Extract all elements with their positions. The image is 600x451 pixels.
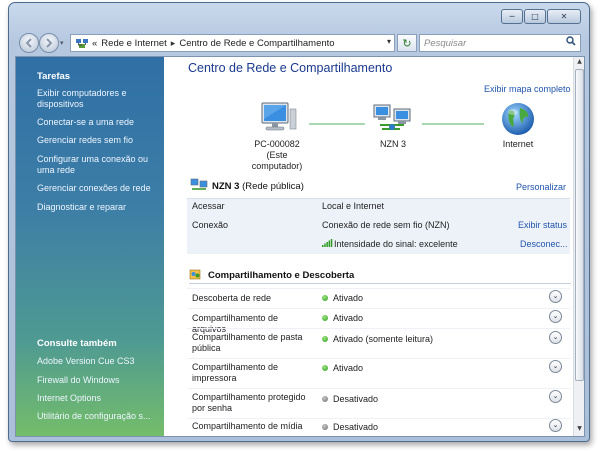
network-icon[interactable] <box>370 103 416 135</box>
map-link-line-1 <box>309 123 365 125</box>
back-arrow-icon <box>25 38 32 48</box>
window-frame: ─ □ ✕ ▾ « Rede e Internet ▸ Centro de Re… <box>8 2 590 442</box>
see-also-firewall[interactable]: Firewall do Windows <box>37 375 155 386</box>
minimize-button[interactable]: ─ <box>501 9 523 24</box>
task-conectar-rede[interactable]: Conectar-se a uma rede <box>37 117 155 128</box>
see-also-heading: Consulte também <box>37 338 117 349</box>
network-small-icon <box>190 178 208 190</box>
view-full-map-link[interactable]: Exibir mapa completo <box>484 84 571 94</box>
signal-strength-value: Intensidade do sinal: excelente <box>334 239 458 249</box>
sharing-divider <box>189 283 571 284</box>
search-input[interactable]: Pesquisar <box>419 34 581 52</box>
search-icon[interactable] <box>566 36 576 49</box>
task-diagnosticar[interactable]: Diagnosticar e reparar <box>37 202 155 213</box>
connection-value: Conexão de rede sem fio (NZN) <box>322 220 450 230</box>
password-sharing-status: Desativado <box>322 394 378 404</box>
status-text: Ativado (somente leitura) <box>333 334 434 344</box>
access-value: Local e Internet <box>322 201 385 211</box>
status-on-icon <box>322 295 328 301</box>
expand-printer-sharing-button[interactable]: ⌄ <box>549 360 562 373</box>
sharing-icon <box>189 269 201 280</box>
status-text: Desativado <box>333 394 379 404</box>
connection-label: Conexão <box>192 220 229 230</box>
breadcrumb-rede-e-internet[interactable]: Rede e Internet <box>101 38 167 49</box>
forward-button[interactable] <box>39 33 59 53</box>
task-configurar-conexao[interactable]: Configurar uma conexão ou uma rede <box>37 154 155 176</box>
customize-link[interactable]: Personalizar <box>516 182 566 192</box>
close-button[interactable]: ✕ <box>547 9 581 24</box>
see-also-utilitario[interactable]: Utilitário de configuração s... <box>37 411 155 422</box>
breadcrumb-current[interactable]: Centro de Rede e Compartilhamento <box>179 38 334 49</box>
signal-strength-icon <box>322 239 333 247</box>
tasks-heading: Tarefas <box>37 71 71 82</box>
expand-network-discovery-button[interactable]: ⌄ <box>549 290 562 303</box>
printer-sharing-label: Compartilhamento de impressora <box>192 362 279 383</box>
view-status-link[interactable]: Exibir status <box>518 220 567 230</box>
file-sharing-status: Ativado <box>322 313 363 323</box>
network-discovery-label: Descoberta de rede <box>192 293 272 303</box>
network-name-heading: NZN 3 (Rede pública) <box>212 181 304 192</box>
scroll-up-icon[interactable]: ▲ <box>575 58 584 68</box>
see-also-adobe-version-cue[interactable]: Adobe Version Cue CS3 <box>37 356 155 367</box>
expand-password-sharing-button[interactable]: ⌄ <box>549 390 562 403</box>
scroll-down-icon[interactable]: ▼ <box>575 425 584 435</box>
task-sidebar: Tarefas Exibir computadores e dispositiv… <box>16 57 164 436</box>
status-on-icon <box>322 336 328 342</box>
public-folder-sharing-status: Ativado (somente leitura) <box>322 334 433 344</box>
status-text: Desativado <box>333 422 379 432</box>
content-area: Tarefas Exibir computadores e dispositiv… <box>15 56 585 437</box>
expand-media-sharing-button[interactable]: ⌄ <box>549 419 562 432</box>
network-name-label: NZN 3 <box>379 139 406 149</box>
status-on-icon <box>322 315 328 321</box>
expand-public-folder-button[interactable]: ⌄ <box>549 331 562 344</box>
see-also-internet-options[interactable]: Internet Options <box>37 393 155 404</box>
status-on-icon <box>322 365 328 371</box>
printer-sharing-status: Ativado <box>322 363 363 373</box>
page-title: Centro de Rede e Compartilhamento <box>188 61 393 75</box>
main-panel: Centro de Rede e Compartilhamento Exibir… <box>164 57 575 436</box>
network-type: (Rede pública) <box>242 181 304 192</box>
task-gerenciar-conexoes[interactable]: Gerenciar conexões de rede <box>37 183 155 194</box>
status-off-icon <box>322 396 328 402</box>
computer-icon[interactable] <box>258 101 298 137</box>
access-label: Acessar <box>192 201 225 211</box>
caption-buttons: ─ □ ✕ <box>501 9 581 24</box>
breadcrumb-separator[interactable]: ▸ <box>171 38 176 49</box>
globe-icon[interactable] <box>500 101 536 137</box>
media-sharing-status: Desativado <box>322 422 378 432</box>
breadcrumb-overflow[interactable]: « <box>92 38 97 49</box>
computer-sub-label: (Este computador) <box>251 150 303 171</box>
media-sharing-label: Compartilhamento de mídia <box>192 421 303 431</box>
public-folder-sharing-label: Compartilhamento de pasta pública <box>192 332 303 353</box>
maximize-button[interactable]: □ <box>524 9 546 24</box>
refresh-button[interactable]: ↻ <box>397 34 417 52</box>
map-link-line-2 <box>422 123 484 125</box>
network-folder-icon <box>76 39 88 48</box>
scrollbar-thumb[interactable] <box>575 69 584 381</box>
network-discovery-status: Ativado <box>322 293 363 303</box>
address-bar[interactable]: « Rede e Internet ▸ Centro de Rede e Com… <box>70 34 395 52</box>
status-text: Ativado <box>333 363 364 373</box>
forward-arrow-icon <box>46 38 53 48</box>
address-dropdown-icon[interactable]: ▾ <box>387 37 391 46</box>
status-text: Ativado <box>333 313 364 323</box>
password-sharing-label: Compartilhamento protegido por senha <box>192 392 306 413</box>
expand-file-sharing-button[interactable]: ⌄ <box>549 310 562 323</box>
recent-pages-dropdown[interactable]: ▾ <box>60 39 64 47</box>
vertical-scrollbar[interactable]: ▲ ▼ <box>573 57 584 436</box>
internet-label: Internet <box>502 139 534 149</box>
status-text: Ativado <box>333 293 364 303</box>
address-row: ▾ « Rede e Internet ▸ Centro de Rede e C… <box>15 31 585 55</box>
back-button[interactable] <box>19 33 39 53</box>
status-off-icon <box>322 424 328 430</box>
disconnect-link[interactable]: Desconec... <box>520 239 568 249</box>
search-placeholder: Pesquisar <box>424 38 467 49</box>
task-gerenciar-redes-sem-fio[interactable]: Gerenciar redes sem fio <box>37 135 155 146</box>
task-exibir-computadores[interactable]: Exibir computadores e dispositivos <box>37 88 155 110</box>
computer-name-label: PC-000082 <box>254 139 300 149</box>
network-name: NZN 3 <box>212 181 240 192</box>
sharing-heading: Compartilhamento e Descoberta <box>208 270 355 281</box>
